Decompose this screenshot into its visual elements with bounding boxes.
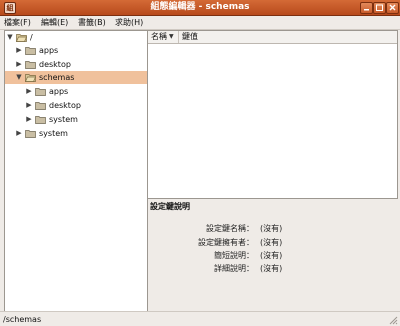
- expander-open-icon[interactable]: ▼: [15, 73, 23, 81]
- tree-row-apps[interactable]: ▶ apps: [5, 44, 147, 57]
- sort-down-icon: ▼: [169, 33, 174, 40]
- status-bar: /schemas: [0, 311, 400, 326]
- menu-bookmarks[interactable]: 書籤(B): [78, 17, 106, 28]
- folder-open-icon: [16, 34, 27, 42]
- tree-row-schemas-system[interactable]: ▶ system: [5, 113, 147, 126]
- tree-item-label: apps: [49, 87, 69, 96]
- tree-row-system[interactable]: ▶ system: [5, 127, 147, 140]
- column-header-value[interactable]: 鍵值: [182, 32, 198, 42]
- tree-item-root-label: /: [30, 33, 33, 42]
- key-details: 設定鍵說明 設定鍵名稱： (沒有) 設定鍵擁有者： (沒有) 簡短說明： (沒有…: [147, 198, 396, 310]
- folder-icon: [35, 88, 46, 96]
- folder-open-icon: [25, 74, 36, 82]
- detail-long-desc-label: 詳細說明：: [214, 264, 254, 273]
- column-name-label: 名稱: [151, 32, 167, 41]
- folder-icon: [25, 61, 36, 69]
- list-header: 名稱 ▼ 鍵值: [148, 31, 397, 44]
- tree-item-label: apps: [39, 46, 59, 55]
- minimize-button[interactable]: [360, 2, 373, 14]
- window-title: 組態編輯器 - schemas: [150, 2, 250, 12]
- key-tree[interactable]: ▼ / ▶ apps ▶ desktop ▼ schemas ▶ apps ▶ …: [4, 30, 148, 312]
- maximize-button[interactable]: [373, 2, 386, 14]
- folder-icon: [25, 47, 36, 55]
- status-path: /schemas: [3, 315, 42, 324]
- detail-key-name-label: 設定鍵名稱：: [206, 224, 254, 233]
- expander-closed-icon[interactable]: ▶: [25, 115, 33, 123]
- detail-short-desc-label: 簡短說明：: [214, 251, 254, 260]
- column-header-name[interactable]: 名稱 ▼: [148, 31, 179, 43]
- tree-row-schemas-desktop[interactable]: ▶ desktop: [5, 99, 147, 112]
- tree-item-label: desktop: [49, 101, 81, 110]
- expander-closed-icon[interactable]: ▶: [25, 87, 33, 95]
- folder-icon: [35, 102, 46, 110]
- menu-edit[interactable]: 編輯(E): [41, 17, 68, 28]
- detail-key-name-value: (沒有): [260, 224, 283, 233]
- tree-item-label: schemas: [39, 73, 75, 82]
- tree-item-label: system: [39, 129, 68, 138]
- detail-long-desc-value: (沒有): [260, 264, 283, 273]
- minimize-icon: [364, 9, 369, 11]
- close-icon: [389, 4, 396, 11]
- expander-closed-icon[interactable]: ▶: [15, 60, 23, 68]
- menu-help[interactable]: 求助(H): [115, 17, 143, 28]
- tree-row-schemas[interactable]: ▼ schemas: [5, 71, 147, 84]
- expander-open-icon[interactable]: ▼: [6, 33, 14, 41]
- tree-item-label: desktop: [39, 60, 71, 69]
- expander-closed-icon[interactable]: ▶: [25, 101, 33, 109]
- tree-item-label: system: [49, 115, 78, 124]
- details-title: 設定鍵說明: [150, 202, 190, 211]
- title-bar[interactable]: 組 組態編輯器 - schemas: [0, 0, 400, 16]
- close-button[interactable]: [386, 2, 399, 14]
- maximize-icon: [376, 4, 383, 11]
- folder-icon: [25, 130, 36, 138]
- tree-row-root[interactable]: ▼ /: [5, 31, 147, 44]
- gconf-editor-window: 組 組態編輯器 - schemas 檔案(F) 編輯(E) 書籤(B) 求助(H…: [0, 0, 400, 326]
- expander-closed-icon[interactable]: ▶: [15, 129, 23, 137]
- resize-grip-icon[interactable]: [388, 315, 398, 325]
- detail-key-owner-label: 設定鍵擁有者：: [198, 238, 254, 247]
- menu-bar: 檔案(F) 編輯(E) 書籤(B) 求助(H): [0, 16, 400, 30]
- detail-key-owner-value: (沒有): [260, 238, 283, 247]
- tree-row-desktop[interactable]: ▶ desktop: [5, 58, 147, 71]
- key-list[interactable]: 名稱 ▼ 鍵值: [147, 30, 398, 199]
- menu-file[interactable]: 檔案(F): [4, 17, 31, 28]
- tree-row-schemas-apps[interactable]: ▶ apps: [5, 85, 147, 98]
- expander-closed-icon[interactable]: ▶: [15, 46, 23, 54]
- detail-short-desc-value: (沒有): [260, 251, 283, 260]
- folder-icon: [35, 116, 46, 124]
